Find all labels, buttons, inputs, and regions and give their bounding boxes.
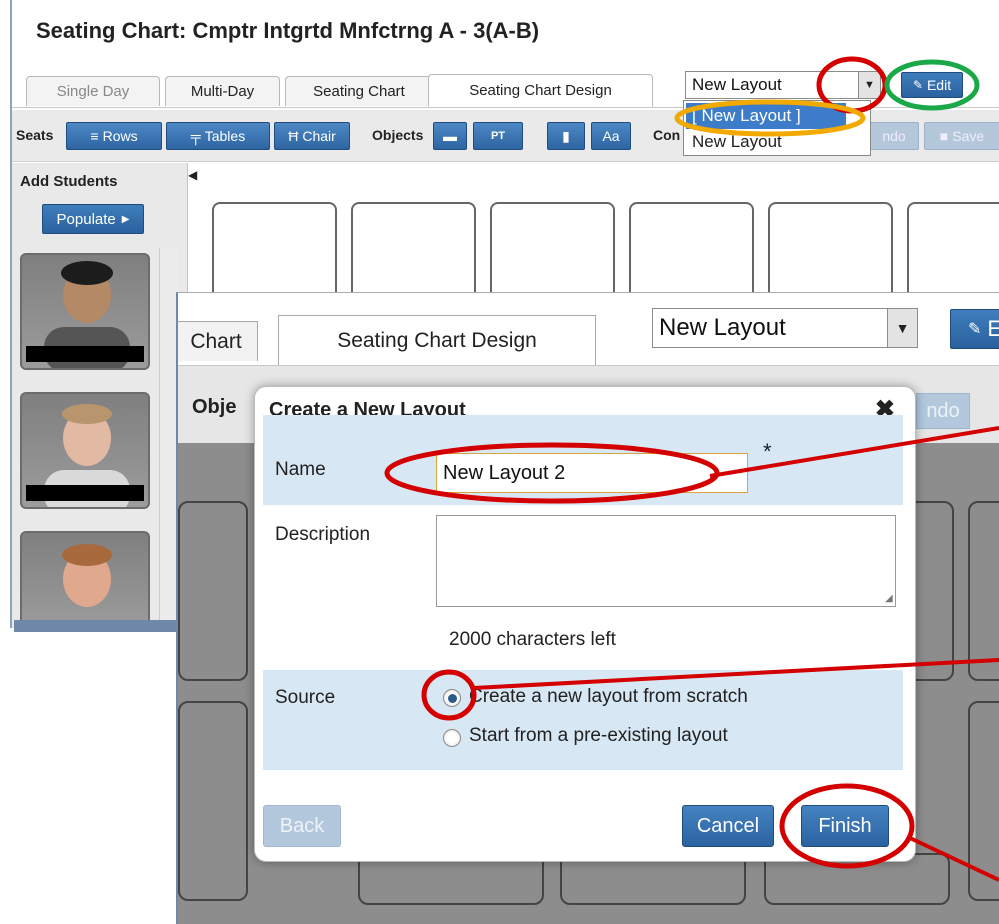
create-layout-dialog: Create a New Layout ✖ Name New Layout 2 … <box>254 386 916 862</box>
pencil-icon: ✎ <box>967 321 982 338</box>
tab-seating-chart-design[interactable]: Seating Chart Design <box>278 315 596 365</box>
door-icon: ▮ <box>562 127 570 144</box>
populate-label: Populate <box>56 210 116 228</box>
layout-select-value: New Layout <box>692 75 782 94</box>
seat-cell[interactable] <box>968 501 999 681</box>
student-photo[interactable] <box>20 531 150 628</box>
pt-label: PT <box>490 130 506 142</box>
object-text-button[interactable]: Aa <box>591 122 631 150</box>
tables-button[interactable]: ╤ Tables <box>166 122 270 150</box>
populate-button[interactable]: Populate ▶ <box>42 204 144 234</box>
layout-dropdown-list: [ New Layout ] New Layout <box>683 100 871 156</box>
rows-button[interactable]: ≡ Rows <box>66 122 162 150</box>
seat-cell[interactable] <box>178 501 248 681</box>
chevron-down-icon[interactable]: ▼ <box>887 309 917 347</box>
tables-label: Tables <box>204 128 246 144</box>
rows-label: Rows <box>102 128 138 144</box>
source-label: Source <box>275 687 336 708</box>
con-label: Con <box>653 127 681 143</box>
caret-right-icon: ▶ <box>121 213 130 225</box>
save-label: Save <box>952 128 985 144</box>
page-title: Seating Chart: Cmptr Intgrtd Mnfctrng A … <box>36 18 540 43</box>
option-from-scratch-label[interactable]: Create a new layout from scratch <box>469 686 748 708</box>
description-textarea[interactable] <box>436 515 896 607</box>
student-portrait <box>62 544 112 607</box>
front-layout-select-value: New Layout <box>659 314 786 341</box>
student-photo[interactable] <box>20 392 150 509</box>
window-shadow <box>14 620 184 632</box>
tables-icon: ╤ <box>190 128 201 144</box>
tab-seating-chart-design[interactable]: Seating Chart Design <box>428 74 653 107</box>
undo-button[interactable]: ndo <box>869 122 919 150</box>
option-pre-existing-label[interactable]: Start from a pre-existing layout <box>469 725 728 747</box>
aa-label: Aa <box>602 128 620 144</box>
front-edit-label: E <box>987 316 999 342</box>
redaction-bar <box>26 485 144 501</box>
edit-label: Edit <box>926 77 952 93</box>
objects-label: Objects <box>372 127 424 143</box>
save-button[interactable]: ■ Save <box>924 122 999 150</box>
pencil-icon: ✎ <box>912 78 923 92</box>
object-door-button[interactable]: ▮ <box>547 122 585 150</box>
resize-handle-icon[interactable]: ◢ <box>885 593 893 604</box>
front-objects-label: Obje <box>192 396 237 418</box>
back-button[interactable]: Back <box>263 805 341 847</box>
name-label: Name <box>275 459 326 480</box>
front-undo-button[interactable]: ndo <box>916 393 970 429</box>
cancel-button[interactable]: Cancel <box>682 805 774 847</box>
collapse-icon[interactable]: ◀ <box>188 168 197 182</box>
seats-label: Seats <box>16 127 54 143</box>
object-board-button[interactable]: ▬ <box>433 122 467 150</box>
name-input[interactable]: New Layout 2 <box>436 453 748 493</box>
finish-button[interactable]: Finish <box>801 805 889 847</box>
rows-icon: ≡ <box>90 128 99 144</box>
seat-cell[interactable] <box>968 701 999 901</box>
source-row <box>263 670 903 770</box>
tab-multi-day[interactable]: Multi-Day <box>165 76 280 106</box>
front-layout-select[interactable]: New Layout ▼ <box>652 308 918 348</box>
front-tab-bar: Chart Seating Chart Design New Layout ▼ … <box>178 293 999 365</box>
tab-single-day[interactable]: Single Day <box>26 76 160 106</box>
edit-button[interactable]: ✎ Edit <box>901 72 963 98</box>
dropdown-option-new-layout[interactable]: New Layout <box>692 131 782 153</box>
dropdown-option-new-layout-bracket[interactable]: [ New Layout ] <box>686 103 846 129</box>
undo-label: ndo <box>882 128 906 144</box>
tab-seating-chart[interactable]: Seating Chart <box>285 76 433 106</box>
layout-select[interactable]: New Layout ▼ <box>685 71 881 99</box>
chair-button[interactable]: Ħ Chair <box>274 122 350 150</box>
save-icon: ■ <box>939 128 949 144</box>
redaction-bar <box>26 346 144 362</box>
object-pt-button[interactable]: PT <box>473 122 523 150</box>
board-icon: ▬ <box>443 128 457 144</box>
radio-pre-existing[interactable] <box>443 729 461 747</box>
chair-icon: Ħ <box>288 128 299 144</box>
tab-chart[interactable]: Chart <box>178 321 258 361</box>
required-mark: * <box>763 439 772 464</box>
characters-left: 2000 characters left <box>449 629 616 650</box>
description-label: Description <box>275 524 371 545</box>
radio-from-scratch[interactable] <box>443 689 461 707</box>
chevron-down-icon[interactable]: ▼ <box>858 72 880 98</box>
seat-cell[interactable] <box>178 701 248 901</box>
add-students-heading: Add Students <box>20 173 118 190</box>
chair-label: Chair <box>302 128 336 144</box>
front-edit-button[interactable]: ✎ E <box>950 309 999 349</box>
student-photo[interactable] <box>20 253 150 370</box>
